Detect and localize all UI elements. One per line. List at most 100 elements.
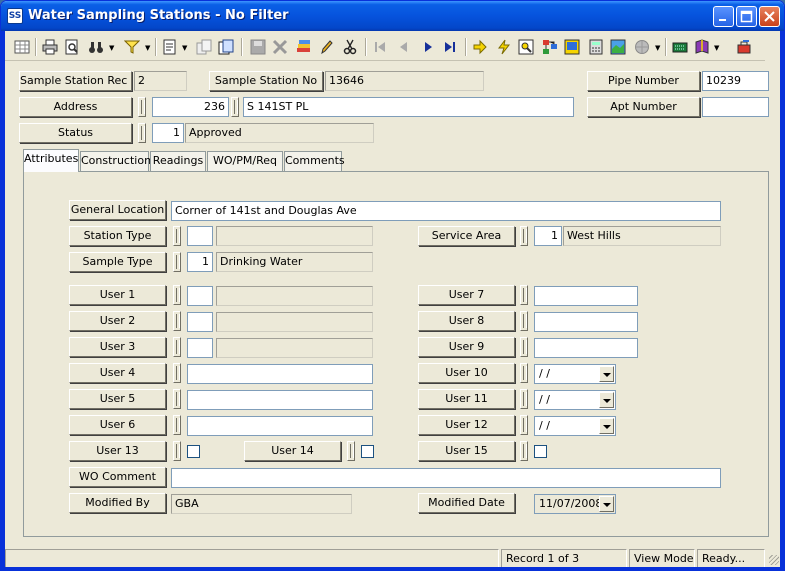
user-15-grip[interactable] bbox=[520, 441, 528, 461]
user-14-checkbox[interactable] bbox=[361, 445, 374, 458]
wo-comment-field[interactable] bbox=[171, 468, 721, 488]
user-1-code-field[interactable] bbox=[187, 286, 213, 306]
address-number-field[interactable]: 236 bbox=[152, 97, 229, 117]
status-code-field[interactable]: 1 bbox=[152, 123, 184, 143]
user-1-grip[interactable] bbox=[173, 285, 181, 305]
user-10-label[interactable]: User 10 bbox=[418, 363, 515, 383]
user-5-label[interactable]: User 5 bbox=[69, 389, 166, 409]
user-7-grip[interactable] bbox=[520, 285, 528, 305]
sample-type-label[interactable]: Sample Type bbox=[69, 252, 166, 272]
user-11-date-picker[interactable]: / / bbox=[534, 390, 616, 410]
hierarchy-button[interactable] bbox=[539, 36, 561, 58]
print-preview-button[interactable] bbox=[61, 36, 83, 58]
title-bar[interactable]: SS Water Sampling Stations - No Filter bbox=[1, 1, 784, 31]
station-type-grip[interactable] bbox=[173, 226, 181, 246]
user-3-label[interactable]: User 3 bbox=[69, 337, 166, 357]
globe-dropdown-arrow[interactable]: ▼ bbox=[655, 42, 662, 54]
user-9-field[interactable] bbox=[534, 338, 638, 358]
help-dropdown-arrow[interactable]: ▼ bbox=[714, 42, 721, 54]
filter-button[interactable] bbox=[121, 36, 143, 58]
sample-type-grip[interactable] bbox=[173, 252, 181, 272]
user-6-grip[interactable] bbox=[173, 415, 181, 435]
user-13-checkbox[interactable] bbox=[187, 445, 200, 458]
status-label[interactable]: Status bbox=[19, 123, 132, 143]
user-4-grip[interactable] bbox=[173, 363, 181, 383]
chevron-down-icon[interactable] bbox=[599, 366, 614, 382]
chevron-down-icon[interactable] bbox=[599, 418, 614, 434]
address-street-field[interactable]: S 141ST PL bbox=[243, 97, 574, 117]
user-5-grip[interactable] bbox=[173, 389, 181, 409]
chevron-down-icon[interactable] bbox=[599, 496, 614, 512]
user-7-label[interactable]: User 7 bbox=[418, 285, 515, 305]
filter-dropdown-arrow[interactable]: ▼ bbox=[145, 42, 152, 54]
tab-wo-pm-req[interactable]: WO/PM/Req bbox=[207, 151, 283, 171]
user-9-label[interactable]: User 9 bbox=[418, 337, 515, 357]
edit-button[interactable] bbox=[315, 36, 337, 58]
user-7-field[interactable] bbox=[534, 286, 638, 306]
station-type-label[interactable]: Station Type bbox=[69, 226, 166, 246]
chevron-down-icon[interactable] bbox=[599, 392, 614, 408]
maximize-button[interactable] bbox=[736, 6, 757, 27]
user-12-grip[interactable] bbox=[520, 415, 528, 435]
user-8-field[interactable] bbox=[534, 312, 638, 332]
user-8-grip[interactable] bbox=[520, 311, 528, 331]
service-area-grip[interactable] bbox=[520, 226, 528, 246]
modified-date-label[interactable]: Modified Date bbox=[418, 493, 515, 513]
grid-button[interactable] bbox=[11, 36, 33, 58]
attachments-button[interactable] bbox=[293, 36, 315, 58]
tab-construction[interactable]: Construction bbox=[80, 151, 151, 171]
modified-date-picker[interactable]: 11/07/2008 bbox=[534, 494, 616, 514]
keyboard-button[interactable] bbox=[669, 36, 691, 58]
sample-station-rec-label[interactable]: Sample Station Rec # bbox=[19, 71, 132, 91]
user-5-field[interactable] bbox=[187, 390, 373, 410]
next-record-button[interactable] bbox=[417, 36, 439, 58]
tab-readings[interactable]: Readings bbox=[150, 151, 206, 171]
user-1-label[interactable]: User 1 bbox=[69, 285, 166, 305]
user-12-date-picker[interactable]: / / bbox=[534, 416, 616, 436]
service-area-label[interactable]: Service Area bbox=[418, 226, 515, 246]
service-area-code-field[interactable]: 1 bbox=[534, 226, 562, 246]
user-2-code-field[interactable] bbox=[187, 312, 213, 332]
map-button[interactable] bbox=[607, 36, 629, 58]
user-9-grip[interactable] bbox=[520, 337, 528, 357]
user-14-label[interactable]: User 14 bbox=[244, 441, 341, 461]
user-13-label[interactable]: User 13 bbox=[69, 441, 166, 461]
pipe-number-field[interactable]: 10239 bbox=[702, 71, 769, 91]
sample-type-code-field[interactable]: 1 bbox=[187, 252, 213, 272]
find-button[interactable] bbox=[515, 36, 537, 58]
user-8-label[interactable]: User 8 bbox=[418, 311, 515, 331]
user-13-grip[interactable] bbox=[173, 441, 181, 461]
quick-action-button[interactable] bbox=[493, 36, 515, 58]
user-11-label[interactable]: User 11 bbox=[418, 389, 515, 409]
wo-comment-label[interactable]: WO Comment bbox=[69, 467, 166, 487]
modified-by-label[interactable]: Modified By bbox=[69, 493, 166, 513]
user-14-grip[interactable] bbox=[347, 441, 355, 461]
general-location-label[interactable]: General Location bbox=[69, 200, 166, 220]
cut-button[interactable] bbox=[339, 36, 361, 58]
user-2-grip[interactable] bbox=[173, 311, 181, 331]
user-10-grip[interactable] bbox=[520, 363, 528, 383]
search-button[interactable] bbox=[85, 36, 107, 58]
address-number-grip[interactable] bbox=[138, 97, 146, 117]
apt-number-field[interactable] bbox=[702, 97, 769, 117]
search-dropdown-arrow[interactable]: ▼ bbox=[109, 42, 116, 54]
address-street-grip[interactable] bbox=[231, 97, 239, 117]
resize-grip[interactable] bbox=[769, 555, 779, 565]
save-button[interactable] bbox=[247, 36, 269, 58]
tab-attributes[interactable]: Attributes bbox=[23, 149, 79, 172]
first-record-button[interactable] bbox=[369, 36, 391, 58]
apt-number-label[interactable]: Apt Number bbox=[587, 97, 700, 117]
user-2-label[interactable]: User 2 bbox=[69, 311, 166, 331]
user-6-label[interactable]: User 6 bbox=[69, 415, 166, 435]
exit-button[interactable] bbox=[733, 36, 755, 58]
copy-record-button[interactable] bbox=[193, 36, 215, 58]
user-3-code-field[interactable] bbox=[187, 338, 213, 358]
general-location-field[interactable]: Corner of 141st and Douglas Ave bbox=[171, 201, 721, 221]
calculator-button[interactable] bbox=[585, 36, 607, 58]
address-label[interactable]: Address bbox=[19, 97, 132, 117]
pipe-number-label[interactable]: Pipe Number bbox=[587, 71, 700, 91]
new-record-button[interactable] bbox=[159, 36, 181, 58]
help-button[interactable] bbox=[691, 36, 713, 58]
user-15-checkbox[interactable] bbox=[534, 445, 547, 458]
minimize-button[interactable] bbox=[713, 6, 734, 27]
